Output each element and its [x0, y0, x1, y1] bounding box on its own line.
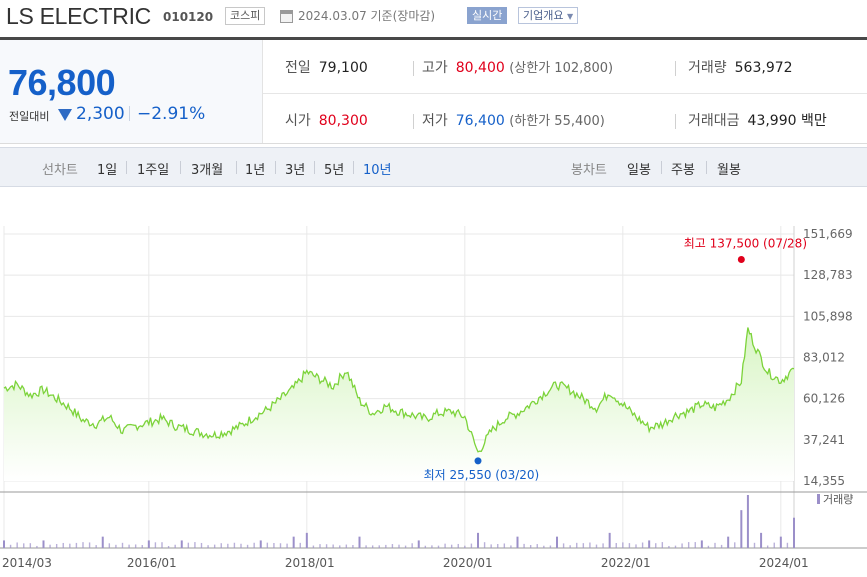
info-divider	[413, 61, 414, 76]
change-label: 전일대비	[9, 110, 50, 123]
info-divider	[675, 114, 676, 129]
upper-limit: (상한가 102,800)	[509, 61, 614, 76]
tab-divider	[314, 161, 315, 174]
high-price: 고가 80,400 (상한가 102,800)	[422, 59, 613, 77]
x-tick-label: 2018/01	[285, 556, 335, 570]
change-percent: −2.91%	[137, 104, 206, 124]
change-divider	[129, 106, 130, 121]
tab-monthly[interactable]: 월봉	[717, 159, 741, 178]
candle-chart-label: 봉차트	[571, 163, 607, 178]
trade-amount: 거래대금 43,990 백만	[688, 112, 827, 130]
open-price-label: 시가	[285, 113, 311, 129]
tab-divider	[275, 161, 276, 174]
low-price-label: 저가	[422, 113, 448, 129]
x-tick-label: 2020/01	[443, 556, 493, 570]
volume-legend-swatch	[817, 494, 820, 504]
x-tick-label: 2024/01	[759, 556, 809, 570]
volume-legend-label: 거래량	[823, 493, 853, 506]
y-tick-label: 151,669	[803, 227, 853, 241]
prev-close-label: 전일	[285, 60, 311, 76]
y-tick-label: 83,012	[803, 351, 845, 365]
change-value: 2,300	[76, 104, 125, 124]
tab-divider	[353, 161, 354, 174]
tab-3m[interactable]: 3개월	[191, 159, 223, 178]
high-marker	[737, 255, 745, 263]
price-summary: 76,800 전일대비 2,300 −2.91%	[0, 40, 263, 144]
tab-divider	[661, 161, 662, 174]
prev-close: 전일 79,100	[285, 59, 368, 77]
info-divider	[413, 114, 414, 129]
tab-weekly[interactable]: 주봉	[671, 159, 695, 178]
tab-3y[interactable]: 3년	[285, 159, 305, 178]
info-row-divider	[263, 93, 867, 94]
y-tick-label: 37,241	[803, 433, 845, 447]
lower-limit: (하한가 55,400)	[509, 114, 605, 129]
open-price-value: 80,300	[318, 113, 368, 129]
tab-1w[interactable]: 1주일	[137, 159, 169, 178]
chevron-down-icon: ▼	[566, 12, 574, 21]
trade-amount-value: 43,990 백만	[747, 113, 827, 129]
tab-1d[interactable]: 1일	[97, 159, 117, 178]
high-price-value: 80,400	[455, 60, 505, 76]
x-tick-label: 2022/01	[601, 556, 651, 570]
trade-amount-label: 거래대금	[688, 113, 740, 129]
current-price: 76,800	[8, 62, 116, 103]
y-tick-label: 60,126	[803, 392, 845, 406]
y-tick-label: 14,355	[803, 474, 845, 488]
low-marker	[474, 457, 482, 465]
x-tick-label: 2016/01	[127, 556, 177, 570]
info-bottom-divider	[0, 143, 867, 144]
info-divider	[675, 61, 676, 76]
reference-date: 2024.03.07 기준(장마감)	[298, 9, 436, 23]
volume: 거래량 563,972	[688, 59, 793, 77]
low-label: 최저 25,550 (03/20)	[424, 468, 540, 482]
price-chart: 151,669 128,783 105,898 83,012 60,126 37,241 1…	[0, 226, 867, 570]
tab-divider	[236, 161, 237, 174]
line-chart-label: 선차트	[42, 163, 78, 178]
y-tick-label: 105,898	[803, 309, 853, 323]
down-arrow-icon	[58, 109, 72, 121]
tab-divider	[180, 161, 181, 174]
stock-code: 010120	[163, 10, 214, 24]
company-overview-button[interactable]: 기업개요 ▼	[518, 7, 579, 24]
low-price-value: 76,400	[455, 113, 505, 129]
volume-label: 거래량	[688, 60, 727, 76]
calendar-icon	[280, 10, 293, 23]
high-label: 최고 137,500 (07/28)	[684, 236, 807, 250]
stock-header: LS ELECTRIC 010120 코스피 2024.03.07 기준(장마감…	[0, 0, 867, 32]
tab-1y[interactable]: 1년	[245, 159, 265, 178]
market-badge: 코스피	[225, 7, 266, 25]
x-tick-label: 2014/03	[2, 556, 52, 570]
y-tick-label: 128,783	[803, 268, 853, 282]
realtime-button[interactable]: 실시간	[467, 7, 508, 24]
tab-10y[interactable]: 10년	[363, 159, 392, 178]
tab-daily[interactable]: 일봉	[627, 159, 651, 178]
low-price: 저가 76,400 (하한가 55,400)	[422, 112, 605, 130]
tab-5y[interactable]: 5년	[324, 159, 344, 178]
volume-value: 563,972	[734, 60, 793, 76]
tab-divider	[126, 161, 127, 174]
stock-name: LS ELECTRIC	[6, 3, 151, 29]
open-price: 시가 80,300	[285, 112, 368, 130]
tab-divider	[706, 161, 707, 174]
prev-close-value: 79,100	[318, 60, 368, 76]
company-overview-label: 기업개요	[523, 9, 564, 22]
price-area	[4, 327, 794, 481]
chart-period-tabs: 선차트 1일 1주일 3개월 1년 3년 5년 10년 봉차트 일봉 주봉 월봉	[0, 147, 867, 187]
high-price-label: 고가	[422, 60, 448, 76]
